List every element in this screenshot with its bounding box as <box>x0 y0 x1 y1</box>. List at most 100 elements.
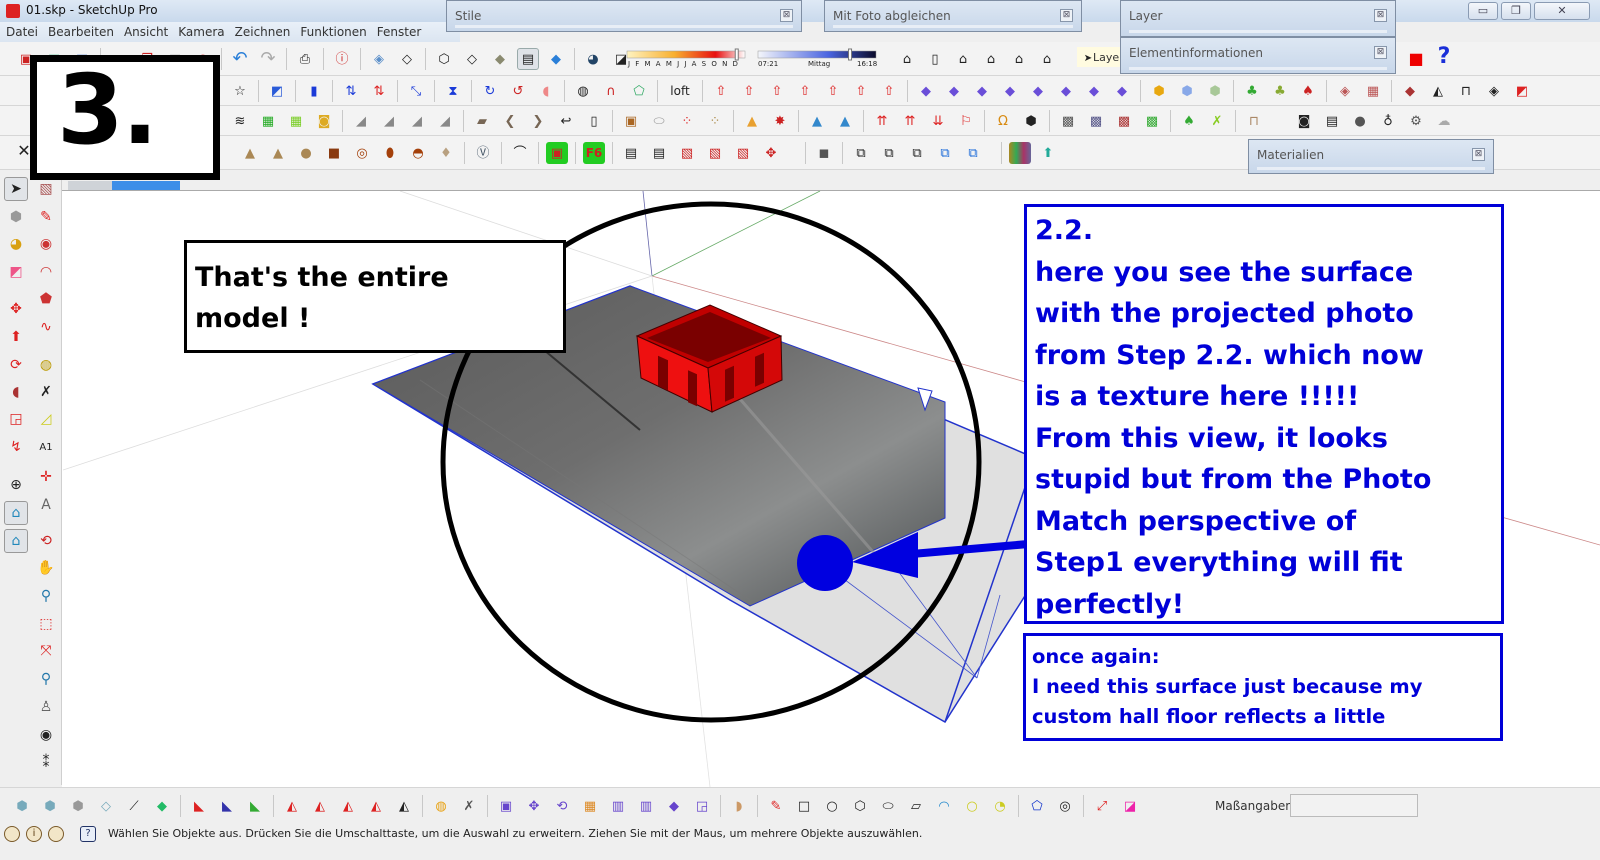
clapper-icon[interactable]: ▤ <box>1321 110 1343 132</box>
drop-shape-icon[interactable]: ♦ <box>435 142 457 164</box>
back-view-icon[interactable]: ⌂ <box>1008 48 1030 70</box>
page-undo-icon[interactable]: ▧ <box>676 142 698 164</box>
dialog-elementinfo[interactable]: Elementinformationen ⊠ <box>1120 37 1396 74</box>
round-corner-3-icon[interactable]: ⬢ <box>1204 80 1226 102</box>
pyramid-icon[interactable]: ▲ <box>239 142 261 164</box>
distribute-icon[interactable]: ▥ <box>607 795 629 817</box>
pushpull-x-icon[interactable]: ⇧ <box>850 80 872 102</box>
plant-gw-icon[interactable]: ♠ <box>1297 80 1319 102</box>
draw-spiral-icon[interactable]: ◎ <box>1054 795 1076 817</box>
paint-bucket-icon[interactable]: ◕ <box>4 232 28 256</box>
diagonal-icon[interactable]: ⤡ <box>405 80 427 102</box>
tools-icon[interactable]: ✗ <box>458 795 480 817</box>
arc-tool-icon[interactable]: ⌒ <box>509 142 531 164</box>
offset-tool-icon[interactable]: ↯ <box>4 435 28 459</box>
cube-icon[interactable]: ⬢ <box>1020 110 1042 132</box>
align-icon[interactable]: ▥ <box>635 795 657 817</box>
front-view-icon[interactable]: ⌂ <box>952 48 974 70</box>
solid-shape-4-icon[interactable]: ◇ <box>95 795 117 817</box>
terrain-grid-icon[interactable]: ▦ <box>1362 80 1384 102</box>
monochrome-icon[interactable]: ◆ <box>545 48 567 70</box>
solid-5-icon[interactable]: ⧉ <box>962 142 984 164</box>
time-slider[interactable] <box>757 50 877 59</box>
left-view-icon[interactable]: ⌂ <box>1036 48 1058 70</box>
fence-icon[interactable]: ⊓ <box>1243 110 1265 132</box>
top-view-icon[interactable]: ▯ <box>924 48 946 70</box>
eraser-tool-icon[interactable]: ◩ <box>4 260 28 284</box>
sandbox-cross-icon[interactable]: ◭ <box>309 795 331 817</box>
orange-globe-icon[interactable]: ◍ <box>430 795 452 817</box>
plant-b-icon[interactable]: ♣ <box>1269 80 1291 102</box>
shaded-icon[interactable]: ◆ <box>489 48 511 70</box>
mesh-icon[interactable]: ⬠ <box>628 80 650 102</box>
camera-icon[interactable]: ◙ <box>1293 110 1315 132</box>
points-icon[interactable]: ⁘ <box>676 110 698 132</box>
rotate-box-icon[interactable]: ⟲ <box>551 795 573 817</box>
footprints-icon[interactable]: ⁑ <box>34 751 58 775</box>
rotate-blue-icon[interactable]: ↻ <box>479 80 501 102</box>
sandbox-1-icon[interactable]: ◆ <box>1399 80 1421 102</box>
dimension-tool-icon[interactable]: ✗ <box>34 380 58 404</box>
drop-hash-icon[interactable]: ▲ <box>834 110 856 132</box>
circle-tool-icon[interactable]: ◉ <box>34 232 58 256</box>
undo-icon[interactable]: ↶ <box>229 48 251 70</box>
scale-box-icon[interactable]: ▣ <box>495 795 517 817</box>
draw-parallelogram-icon[interactable]: ▱ <box>905 795 927 817</box>
sphere-icon[interactable]: ● <box>1349 110 1371 132</box>
path-icon[interactable]: ∩ <box>600 80 622 102</box>
geo-location-icon[interactable] <box>4 826 20 842</box>
purple-cube-1-icon[interactable]: ◆ <box>915 80 937 102</box>
protractor-icon[interactable]: ◿ <box>34 407 58 431</box>
spiral-icon[interactable]: Ω <box>992 110 1014 132</box>
sandbox-3-icon[interactable]: ⊓ <box>1455 80 1477 102</box>
sandbox-5-icon[interactable]: ◩ <box>1511 80 1533 102</box>
tan-shape-icon[interactable]: ◗ <box>728 795 750 817</box>
wall-angle-icon[interactable]: ❯ <box>527 110 549 132</box>
red-pencil-icon[interactable]: ✎ <box>765 795 787 817</box>
menu-datei[interactable]: Datei <box>0 22 42 39</box>
shaded-textures-icon[interactable]: ▤ <box>517 48 539 70</box>
extrude-2-icon[interactable]: ⇈ <box>899 110 921 132</box>
grid-1-icon[interactable]: ▩ <box>1057 110 1079 132</box>
dome-icon[interactable]: ◓ <box>407 142 429 164</box>
look-around-icon[interactable]: ◉ <box>34 723 58 747</box>
cylinder-icon[interactable]: ⬮ <box>379 142 401 164</box>
sandbox-stamp-icon[interactable]: ◭ <box>393 795 415 817</box>
round-corner-2-icon[interactable]: ⬢ <box>1176 80 1198 102</box>
dialog-materialien[interactable]: Materialien ⊠ <box>1248 139 1494 174</box>
walk-icon[interactable]: ♙ <box>34 695 58 719</box>
move-tool-icon[interactable]: ✥ <box>4 297 28 321</box>
model-info-icon[interactable]: ⓘ <box>331 48 353 70</box>
time-slider-thumb[interactable] <box>848 48 853 61</box>
green-up-icon[interactable]: ⬆ <box>1037 142 1059 164</box>
contour-icon[interactable]: ≋ <box>229 110 251 132</box>
pencil-tool-icon[interactable]: ✎ <box>34 205 58 229</box>
pink-shape-icon[interactable]: ◖ <box>535 80 557 102</box>
draw-hexagon-icon[interactable]: ⬡ <box>849 795 871 817</box>
back-edges-icon[interactable]: ◇ <box>396 48 418 70</box>
shell-icon[interactable]: ◍ <box>572 80 594 102</box>
green-cube-icon[interactable]: ◆ <box>151 795 173 817</box>
zoom-window-icon[interactable]: ⬚ <box>34 612 58 636</box>
dialog-layer-close-icon[interactable]: ⊠ <box>1374 9 1387 22</box>
menu-bearbeiten[interactable]: Bearbeiten <box>42 22 118 39</box>
solid-2-icon[interactable]: ⧉ <box>878 142 900 164</box>
purple-cube-7-icon[interactable]: ◆ <box>1083 80 1105 102</box>
dialog-mit-foto[interactable]: Mit Foto abgleichen ⊠ <box>824 0 1082 32</box>
mirror-icon[interactable]: ◆ <box>663 795 685 817</box>
pushpull-j-icon[interactable]: ⇧ <box>738 80 760 102</box>
dialog-elementinfo-close-icon[interactable]: ⊠ <box>1374 46 1387 59</box>
array-icon[interactable]: ▦ <box>579 795 601 817</box>
purple-cube-3-icon[interactable]: ◆ <box>971 80 993 102</box>
sandbox-2-icon[interactable]: ◭ <box>1427 80 1449 102</box>
solid-shape-2-icon[interactable]: ⬢ <box>39 795 61 817</box>
sandbox-flat-icon[interactable]: ◭ <box>365 795 387 817</box>
scene-tab-active[interactable] <box>112 181 180 190</box>
pipe-icon[interactable]: ⬭ <box>648 110 670 132</box>
box-icon[interactable]: ▣ <box>620 110 642 132</box>
page-redo-icon[interactable]: ▧ <box>704 142 726 164</box>
wall-corner-icon[interactable]: ❮ <box>499 110 521 132</box>
solid-1-icon[interactable]: ⧉ <box>850 142 872 164</box>
menu-zeichnen[interactable]: Zeichnen <box>229 22 295 39</box>
scene-tab-inactive[interactable] <box>68 181 112 190</box>
